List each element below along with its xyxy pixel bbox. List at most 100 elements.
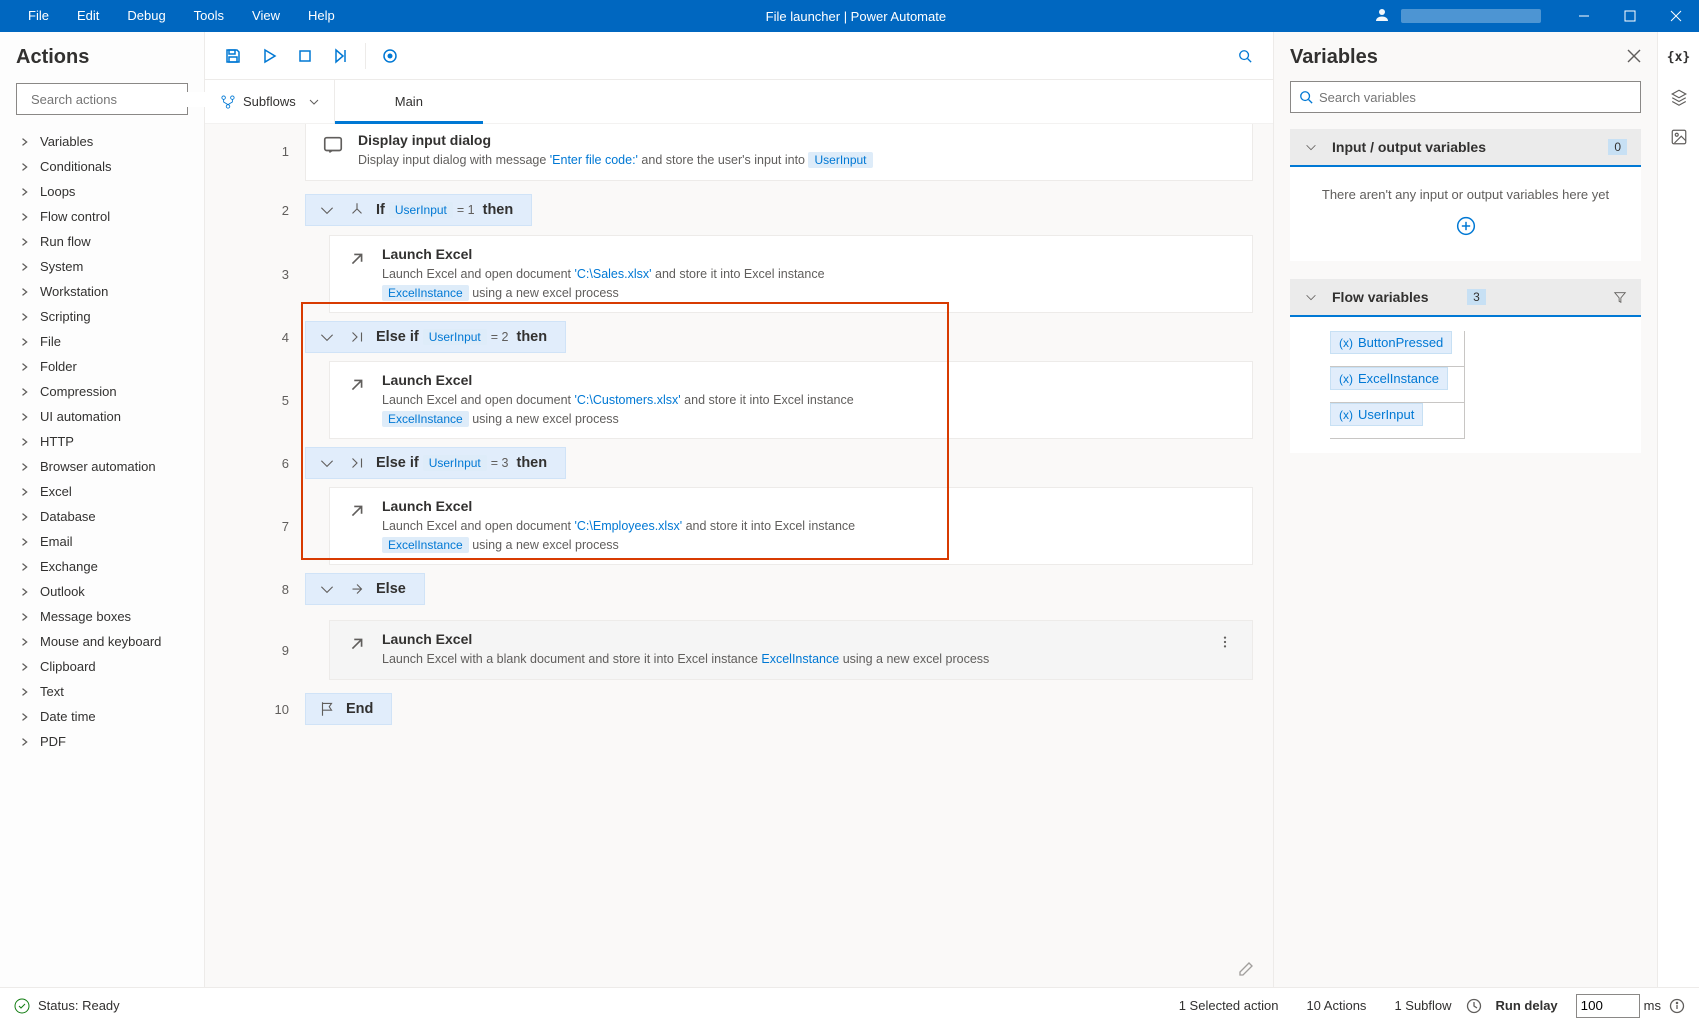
images-rail-button[interactable] [1668, 126, 1690, 148]
action-category[interactable]: Excel [0, 479, 204, 504]
tab-main[interactable]: Main [335, 80, 483, 124]
step-launch-excel-employees[interactable]: Launch Excel Launch Excel and open docum… [329, 487, 1253, 566]
variable-chip[interactable]: (x)ButtonPressed [1330, 331, 1452, 354]
action-category[interactable]: Email [0, 529, 204, 554]
filter-icon[interactable] [1613, 290, 1627, 304]
run-button[interactable] [253, 40, 285, 72]
run-delay-input[interactable] [1576, 994, 1640, 1018]
eraser-icon[interactable] [1237, 960, 1255, 981]
flow-variables-list: (x)ButtonPressed (x)ExcelInstance (x)UserI… [1290, 317, 1641, 453]
end-block[interactable]: End [305, 693, 392, 725]
step-launch-excel-blank[interactable]: Launch Excel Launch Excel with a blank d… [329, 620, 1253, 680]
io-variables-empty: There aren't any input or output variabl… [1290, 167, 1641, 261]
status-ok-icon [14, 998, 30, 1014]
status-bar: Status: Ready 1 Selected action 10 Actio… [0, 987, 1699, 1023]
save-button[interactable] [217, 40, 249, 72]
action-category[interactable]: UI automation [0, 404, 204, 429]
action-category[interactable]: Flow control [0, 204, 204, 229]
elseif-block-header[interactable]: Else if UserInput = 2 then [305, 321, 566, 353]
action-category[interactable]: PDF [0, 729, 204, 754]
line-number: 5 [205, 393, 305, 408]
action-category[interactable]: Loops [0, 179, 204, 204]
search-icon [1299, 90, 1313, 104]
action-category[interactable]: System [0, 254, 204, 279]
step-title: Launch Excel [382, 372, 854, 388]
flow-variables-section[interactable]: Flow variables 3 [1290, 279, 1641, 317]
menu-edit[interactable]: Edit [63, 0, 113, 32]
action-category[interactable]: Message boxes [0, 604, 204, 629]
io-variables-section[interactable]: Input / output variables 0 [1290, 129, 1641, 167]
variables-rail-button[interactable]: {x} [1668, 46, 1690, 68]
run-delay-label: Run delay [1496, 998, 1558, 1013]
info-icon[interactable] [1669, 998, 1685, 1014]
branch-alt-icon [348, 328, 366, 346]
layers-rail-button[interactable] [1668, 86, 1690, 108]
record-button[interactable] [374, 40, 406, 72]
action-category[interactable]: Outlook [0, 579, 204, 604]
step-title: Launch Excel [382, 246, 825, 262]
step-desc: Launch Excel and open document 'C:\Custo… [382, 391, 854, 429]
action-category[interactable]: HTTP [0, 429, 204, 454]
action-category[interactable]: Folder [0, 354, 204, 379]
step-display-input-dialog[interactable]: Display input dialog Display input dialo… [305, 124, 1253, 181]
step-launch-excel-sales[interactable]: Launch Excel Launch Excel and open docum… [329, 235, 1253, 314]
action-category[interactable]: Compression [0, 379, 204, 404]
status-text: Status: Ready [38, 998, 120, 1013]
action-category[interactable]: Exchange [0, 554, 204, 579]
close-panel-button[interactable] [1627, 49, 1641, 66]
action-category[interactable]: Variables [0, 129, 204, 154]
step-desc: Display input dialog with message 'Enter… [358, 151, 873, 170]
add-variable-button[interactable] [1310, 216, 1621, 241]
menu-view[interactable]: View [238, 0, 294, 32]
maximize-button[interactable] [1607, 0, 1653, 32]
subflows-dropdown[interactable]: Subflows [215, 80, 335, 124]
flow-area[interactable]: 1 Display input dialog Display input dia… [205, 124, 1273, 987]
stop-button[interactable] [289, 40, 321, 72]
actions-search[interactable] [16, 83, 188, 115]
branch-alt-icon [348, 454, 366, 472]
titlebar: File Edit Debug Tools View Help File lau… [0, 0, 1699, 32]
right-rail: {x} [1657, 32, 1699, 987]
menu-file[interactable]: File [14, 0, 63, 32]
action-category[interactable]: Run flow [0, 229, 204, 254]
more-button[interactable] [1214, 631, 1236, 656]
variables-search-input[interactable] [1319, 90, 1632, 105]
branch-else-icon [348, 580, 366, 598]
menu-debug[interactable]: Debug [113, 0, 179, 32]
step-launch-excel-customers[interactable]: Launch Excel Launch Excel and open docum… [329, 361, 1253, 440]
if-block-header[interactable]: If UserInput = 1 then [305, 194, 532, 226]
else-block-header[interactable]: Else [305, 573, 425, 605]
action-category[interactable]: Mouse and keyboard [0, 629, 204, 654]
line-number: 4 [205, 330, 305, 345]
action-category[interactable]: Database [0, 504, 204, 529]
close-button[interactable] [1653, 0, 1699, 32]
variables-search[interactable] [1290, 81, 1641, 113]
chevron-down-icon [318, 201, 336, 219]
line-number: 8 [205, 582, 305, 597]
menu-help[interactable]: Help [294, 0, 349, 32]
action-category[interactable]: Workstation [0, 279, 204, 304]
action-category[interactable]: Browser automation [0, 454, 204, 479]
actions-search-input[interactable] [31, 92, 207, 107]
minimize-button[interactable] [1561, 0, 1607, 32]
action-category[interactable]: Conditionals [0, 154, 204, 179]
profile-icon[interactable] [1373, 6, 1391, 27]
action-category[interactable]: Text [0, 679, 204, 704]
toolbar-search-button[interactable] [1229, 40, 1261, 72]
action-category[interactable]: Clipboard [0, 654, 204, 679]
action-category[interactable]: Scripting [0, 304, 204, 329]
toolbar [205, 32, 1273, 80]
step-title: Display input dialog [358, 132, 873, 148]
variable-chip[interactable]: (x)ExcelInstance [1330, 367, 1448, 390]
step-button[interactable] [325, 40, 357, 72]
launch-icon [346, 248, 368, 270]
action-category[interactable]: Date time [0, 704, 204, 729]
variable-chip[interactable]: (x)UserInput [1330, 403, 1423, 426]
action-category[interactable]: File [0, 329, 204, 354]
elseif-block-header[interactable]: Else if UserInput = 3 then [305, 447, 566, 479]
account-name-redacted [1401, 9, 1541, 23]
dialog-icon [322, 134, 344, 156]
menu-tools[interactable]: Tools [180, 0, 238, 32]
launch-icon [346, 633, 368, 655]
actions-list[interactable]: VariablesConditionalsLoopsFlow controlRu… [0, 125, 204, 987]
